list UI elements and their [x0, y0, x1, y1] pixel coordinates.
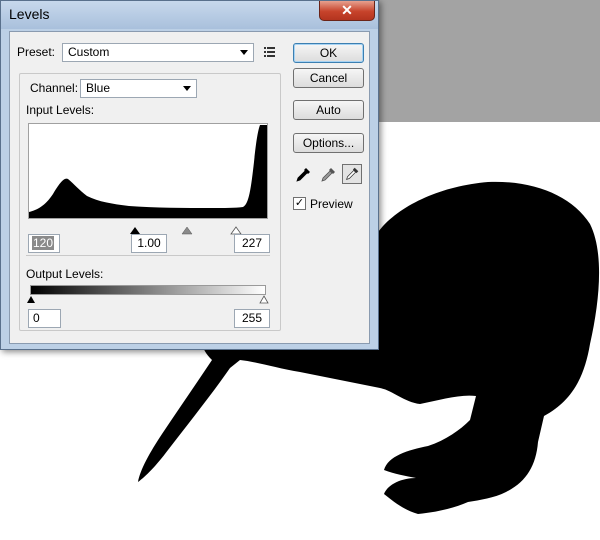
- output-black-field[interactable]: 0: [28, 309, 61, 328]
- input-white-value: 227: [241, 236, 263, 250]
- histogram-plot: [29, 125, 267, 218]
- channel-dropdown[interactable]: Blue: [80, 79, 197, 98]
- input-white-field[interactable]: 227: [234, 234, 270, 253]
- output-levels-label: Output Levels:: [26, 267, 104, 281]
- preset-value: Custom: [68, 45, 110, 59]
- output-gradient-bar: [30, 285, 266, 295]
- dialog-client-area: Preset: Custom OK Cancel Auto Options...…: [9, 31, 370, 344]
- channel-value: Blue: [86, 81, 111, 95]
- preset-dropdown[interactable]: Custom: [62, 43, 254, 62]
- gamma-handle: [181, 226, 193, 235]
- input-black-value: 120: [32, 236, 55, 250]
- cancel-button[interactable]: Cancel: [293, 68, 364, 88]
- preview-checkbox[interactable]: ✓: [293, 197, 306, 210]
- dropdown-arrow-icon: [240, 50, 248, 55]
- dialog-title: Levels: [9, 6, 50, 22]
- levels-separator: [26, 255, 270, 256]
- output-white-field[interactable]: 255: [234, 309, 270, 328]
- input-gamma-field[interactable]: 1.00: [131, 234, 167, 253]
- output-black-value: 0: [33, 311, 40, 325]
- dropdown-arrow-icon: [183, 86, 191, 91]
- preset-menu-icon[interactable]: [264, 46, 276, 58]
- output-white-value: 255: [241, 311, 263, 325]
- white-eyedropper-icon[interactable]: [342, 164, 362, 184]
- channel-label: Channel:: [30, 81, 79, 95]
- close-icon: ✕: [341, 2, 353, 18]
- preview-label: Preview: [310, 197, 353, 211]
- black-eyedropper-icon[interactable]: [293, 165, 313, 185]
- levels-dialog: Levels ✕ Preset: Custom OK Cancel Auto O…: [0, 0, 379, 350]
- gray-eyedropper-icon[interactable]: [318, 165, 338, 185]
- white-point-handle: [230, 226, 242, 235]
- black-point-handle: [130, 227, 140, 234]
- close-button[interactable]: ✕: [319, 1, 375, 21]
- output-white-handle: [259, 295, 269, 304]
- input-gamma-value: 1.00: [137, 236, 161, 250]
- auto-button[interactable]: Auto: [293, 100, 364, 120]
- histogram: [28, 123, 268, 219]
- ok-button[interactable]: OK: [293, 43, 364, 63]
- checkmark-icon: ✓: [294, 197, 305, 209]
- input-levels-label: Input Levels:: [26, 103, 95, 117]
- input-black-field[interactable]: 120: [28, 234, 60, 253]
- output-black-handle: [27, 296, 35, 303]
- output-levels-slider[interactable]: [27, 295, 269, 304]
- title-bar: Levels ✕: [1, 1, 378, 29]
- preset-label: Preset:: [17, 45, 56, 59]
- options-button[interactable]: Options...: [293, 133, 364, 153]
